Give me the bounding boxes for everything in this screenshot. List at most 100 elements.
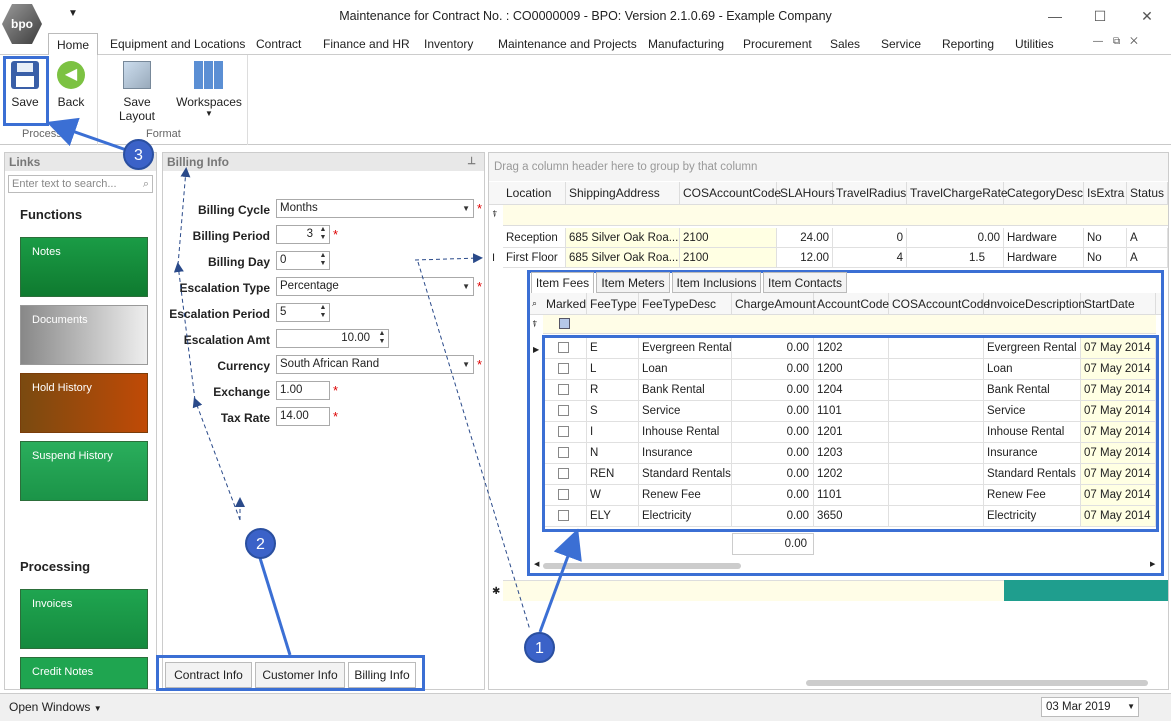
main-horizontal-scrollbar[interactable] bbox=[806, 680, 1148, 686]
cell[interactable]: 24.00 bbox=[777, 228, 833, 248]
tab-item-fees[interactable]: Item Fees bbox=[531, 272, 594, 293]
exchange-field[interactable]: 1.00 bbox=[276, 381, 330, 400]
tab-customer-info[interactable]: Customer Info bbox=[255, 662, 345, 688]
billing-day-stepper[interactable]: 0 ▲ ▼ bbox=[276, 251, 330, 270]
tax-rate-field[interactable]: 14.00 bbox=[276, 407, 330, 426]
suspend-history-tile[interactable]: Suspend History bbox=[20, 441, 148, 501]
notes-tile[interactable]: Notes bbox=[20, 237, 148, 297]
cell[interactable]: Reception bbox=[503, 228, 566, 248]
billing-cycle-select[interactable]: Months ▼ bbox=[276, 199, 474, 218]
chevron-down-icon[interactable]: ▼ bbox=[1127, 698, 1135, 716]
cell[interactable]: 4 bbox=[833, 248, 907, 268]
subgrid-filter-row[interactable] bbox=[543, 315, 1156, 334]
cell[interactable]: 2100 bbox=[680, 228, 777, 248]
search-icon[interactable]: ⌕ bbox=[143, 176, 149, 192]
cell[interactable]: First Floor bbox=[503, 248, 566, 268]
back-button[interactable]: ◀ Back bbox=[52, 59, 90, 121]
tab-sales[interactable]: Sales bbox=[830, 33, 860, 55]
mdi-controls[interactable]: —⧉✕ bbox=[1093, 36, 1148, 47]
tab-reporting[interactable]: Reporting bbox=[942, 33, 994, 55]
tab-home[interactable]: Home bbox=[48, 33, 99, 55]
col-fee-type-desc[interactable]: FeeTypeDesc bbox=[639, 293, 732, 315]
tab-inventory[interactable]: Inventory bbox=[424, 33, 473, 55]
col-travel-charge-rate[interactable]: TravelChargeRate bbox=[907, 182, 1008, 205]
scroll-left-icon[interactable]: ◀ bbox=[534, 560, 539, 568]
cell[interactable]: Hardware bbox=[1004, 248, 1084, 268]
escalation-period-stepper[interactable]: 5 ▲ ▼ bbox=[276, 303, 330, 322]
spin-icon[interactable]: ▲ ▼ bbox=[376, 330, 388, 347]
cell[interactable]: 685 Silver Oak Roa... bbox=[566, 248, 680, 268]
tab-procurement[interactable]: Procurement bbox=[743, 33, 812, 55]
date-field[interactable]: 03 Mar 2019 ▼ bbox=[1041, 697, 1139, 717]
cell[interactable]: Hardware bbox=[1004, 228, 1084, 248]
new-row[interactable] bbox=[503, 580, 1004, 601]
col-cos-account-code[interactable]: COSAccountCode bbox=[680, 182, 781, 205]
hold-history-tile[interactable]: Hold History bbox=[20, 373, 148, 433]
cell[interactable]: 2100 bbox=[680, 248, 777, 268]
workspaces-button[interactable]: Workspaces ▼ bbox=[176, 59, 242, 121]
links-panel: Links Enter text to search... ⌕ Function… bbox=[4, 152, 157, 690]
col-sla-hours[interactable]: SLAHours bbox=[777, 182, 835, 205]
col-charge-amount[interactable]: ChargeAmount bbox=[732, 293, 816, 315]
pin-icon[interactable]: ⊥ bbox=[467, 153, 476, 171]
close-icon[interactable]: ✕ bbox=[1135, 5, 1159, 27]
col-cos-account-code[interactable]: COSAccountCode bbox=[889, 293, 990, 315]
col-shipping-address[interactable]: ShippingAddress bbox=[566, 182, 680, 205]
billing-period-stepper[interactable]: 3 ▲ ▼ bbox=[276, 225, 330, 244]
open-windows-button[interactable]: Open Windows ▼ bbox=[9, 700, 102, 714]
chevron-down-icon[interactable]: ▼ bbox=[462, 356, 470, 373]
cell[interactable]: No bbox=[1084, 248, 1127, 268]
cell[interactable]: A bbox=[1127, 228, 1168, 248]
tab-item-inclusions[interactable]: Item Inclusions bbox=[672, 272, 761, 293]
cell[interactable]: No bbox=[1084, 228, 1127, 248]
tab-item-meters[interactable]: Item Meters bbox=[596, 272, 670, 293]
chevron-down-icon[interactable]: ▼ bbox=[462, 200, 470, 217]
col-travel-radius[interactable]: TravelRadius bbox=[833, 182, 907, 205]
scroll-right-icon[interactable]: ▶ bbox=[1150, 560, 1155, 568]
cell[interactable]: 0 bbox=[833, 228, 907, 248]
tab-utilities[interactable]: Utilities bbox=[1015, 33, 1054, 55]
minimize-icon[interactable]: — bbox=[1043, 5, 1067, 27]
col-marked[interactable]: Marked bbox=[543, 293, 587, 315]
tab-item-contacts[interactable]: Item Contacts bbox=[763, 272, 847, 293]
documents-tile[interactable]: Documents bbox=[20, 305, 148, 365]
cell[interactable]: 0.00 bbox=[907, 228, 1004, 248]
spin-icon[interactable]: ▲ ▼ bbox=[317, 304, 329, 321]
col-category-desc[interactable]: CategoryDesc bbox=[1004, 182, 1084, 205]
col-start-date[interactable]: StartDate bbox=[1081, 293, 1156, 315]
cell[interactable]: 685 Silver Oak Roa... bbox=[566, 228, 680, 248]
required-marker: * bbox=[333, 409, 339, 424]
search-input[interactable]: Enter text to search... ⌕ bbox=[8, 175, 153, 193]
escalation-amt-stepper[interactable]: 10.00 ▲ ▼ bbox=[276, 329, 389, 348]
save-layout-button[interactable]: Save Layout bbox=[104, 59, 170, 123]
tab-finance[interactable]: Finance and HR bbox=[323, 33, 410, 55]
horizontal-scrollbar[interactable] bbox=[543, 563, 741, 569]
tab-maintenance[interactable]: Maintenance and Projects bbox=[498, 33, 637, 55]
col-location[interactable]: Location bbox=[503, 182, 566, 205]
col-is-extra[interactable]: IsExtra bbox=[1084, 182, 1127, 205]
invoices-tile[interactable]: Invoices bbox=[20, 589, 148, 649]
marked-filter-checkbox[interactable] bbox=[559, 318, 570, 329]
currency-select[interactable]: South African Rand ▼ bbox=[276, 355, 474, 374]
cell[interactable]: A bbox=[1127, 248, 1168, 268]
col-account-code[interactable]: AccountCode bbox=[814, 293, 889, 315]
tab-equipment[interactable]: Equipment and Locations bbox=[110, 33, 245, 55]
chevron-down-icon[interactable]: ▼ bbox=[462, 278, 470, 295]
col-invoice-description[interactable]: InvoiceDescription bbox=[984, 293, 1085, 315]
credit-notes-tile[interactable]: Credit Notes bbox=[20, 657, 148, 689]
col-fee-type[interactable]: FeeType bbox=[587, 293, 639, 315]
cell[interactable]: 12.00 bbox=[777, 248, 833, 268]
spin-icon[interactable]: ▲ ▼ bbox=[317, 226, 329, 243]
maximize-icon[interactable]: ☐ bbox=[1088, 5, 1112, 27]
tab-contract[interactable]: Contract bbox=[256, 33, 301, 55]
cell[interactable]: 1.5 bbox=[907, 248, 1004, 268]
escalation-type-select[interactable]: Percentage ▼ bbox=[276, 277, 474, 296]
search-icon[interactable]: ⌕ bbox=[532, 298, 537, 309]
tab-billing-info[interactable]: Billing Info bbox=[348, 662, 416, 688]
col-status[interactable]: Status bbox=[1127, 182, 1168, 205]
spin-icon[interactable]: ▲ ▼ bbox=[317, 252, 329, 269]
filter-row[interactable] bbox=[503, 205, 1168, 226]
tab-manufacturing[interactable]: Manufacturing bbox=[648, 33, 724, 55]
tab-contract-info[interactable]: Contract Info bbox=[165, 662, 252, 688]
tab-service[interactable]: Service bbox=[881, 33, 921, 55]
